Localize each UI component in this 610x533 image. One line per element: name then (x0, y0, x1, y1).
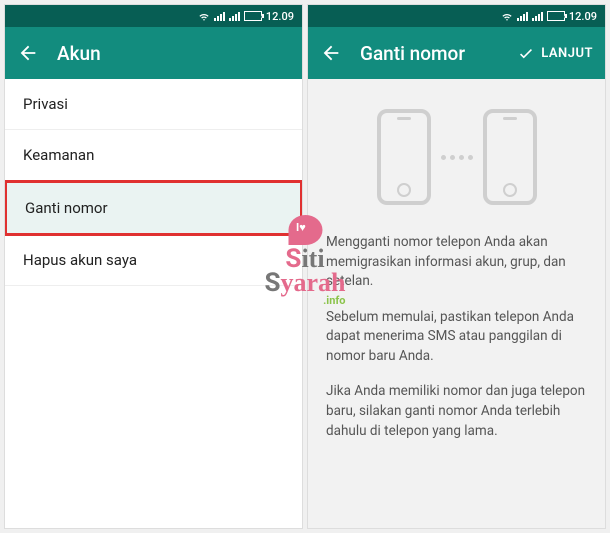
phone-icon (377, 109, 431, 205)
signal-icon (517, 11, 528, 21)
screen-change-number: 59% 12.09 Ganti nomor LANJUT Mengganti n… (307, 4, 606, 529)
status-bar: 59% 12.09 (308, 5, 605, 27)
next-button-label: LANJUT (541, 46, 593, 61)
status-time: 12.09 (266, 10, 294, 23)
wifi-icon (198, 10, 210, 22)
app-bar: Ganti nomor LANJUT (308, 27, 605, 79)
account-menu-list: Privasi Keamanan Ganti nomor Hapus akun … (5, 79, 302, 286)
menu-item-security[interactable]: Keamanan (5, 130, 302, 181)
signal-icon-2 (532, 11, 543, 21)
signal-icon (214, 11, 225, 21)
menu-item-delete-account[interactable]: Hapus akun saya (5, 235, 302, 286)
status-time: 12.09 (569, 10, 597, 23)
phone-transfer-graphic (377, 109, 537, 205)
signal-icon-2 (229, 11, 240, 21)
status-bar: 59% 12.09 (5, 5, 302, 27)
screen-account: 59% 12.09 Akun Privasi Keamanan Ganti no… (4, 4, 303, 529)
dots-icon (441, 155, 473, 160)
check-icon (517, 44, 535, 62)
next-button[interactable]: LANJUT (517, 44, 593, 62)
page-title: Ganti nomor (360, 42, 465, 65)
info-paragraph: Mengganti nomor telepon Anda akan memigr… (326, 233, 587, 292)
wifi-icon (501, 10, 513, 22)
menu-item-change-number[interactable]: Ganti nomor (4, 180, 303, 236)
phone-icon (483, 109, 537, 205)
info-paragraph: Sebelum memulai, pastikan telepon Anda d… (326, 308, 587, 367)
back-arrow-icon[interactable] (17, 42, 39, 64)
battery-indicator: 59% (244, 11, 262, 21)
info-paragraph: Jika Anda memiliki nomor dan juga telepo… (326, 382, 587, 441)
app-bar: Akun (5, 27, 302, 79)
menu-item-privacy[interactable]: Privasi (5, 79, 302, 130)
battery-indicator: 59% (547, 11, 565, 21)
content-area: Mengganti nomor telepon Anda akan memigr… (308, 79, 605, 528)
back-arrow-icon[interactable] (320, 42, 342, 64)
page-title: Akun (57, 42, 101, 65)
